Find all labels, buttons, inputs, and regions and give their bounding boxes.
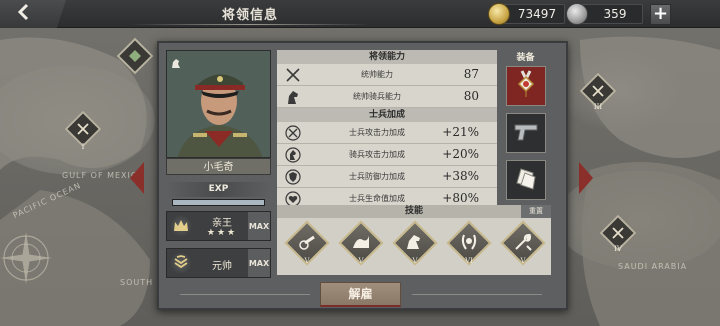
horse-icon bbox=[285, 89, 301, 105]
map-marker-1-label: I bbox=[81, 143, 85, 151]
ability-value: 87 bbox=[463, 67, 479, 81]
crossed-swords-icon bbox=[587, 80, 609, 102]
wave-icon bbox=[351, 232, 371, 252]
divider-right bbox=[412, 294, 542, 295]
exp-bar bbox=[172, 199, 265, 206]
skill-level: V bbox=[520, 257, 526, 265]
medal-icon bbox=[511, 69, 541, 103]
chevron-rank-icon bbox=[169, 251, 193, 275]
noble-rank-stars: ★★★ bbox=[206, 228, 238, 238]
prev-general-arrow[interactable] bbox=[130, 162, 144, 194]
ability-value: 80 bbox=[463, 89, 479, 103]
crossed-swords-icon bbox=[607, 222, 629, 244]
crown-icon bbox=[169, 214, 193, 238]
bonus-label: 士兵攻击力加成 bbox=[349, 128, 405, 137]
ability-label: 统帅能力 bbox=[361, 70, 393, 79]
bonus-value: +21% bbox=[442, 125, 479, 139]
map-label-saudi: SAUDI ARABIA bbox=[618, 262, 688, 271]
skill-slot-2[interactable]: V bbox=[338, 220, 384, 271]
bonus-label: 士兵防御力加成 bbox=[349, 172, 405, 181]
bonus-row-defense: 士兵防御力加成 +38% bbox=[277, 166, 497, 188]
shield-icon bbox=[285, 169, 301, 185]
title-underline bbox=[130, 24, 370, 25]
reset-skills-button[interactable]: 重置 bbox=[521, 205, 551, 218]
equipment-header: 装备 bbox=[516, 53, 535, 63]
laurel-icon bbox=[459, 232, 479, 252]
top-bar: 将领信息 73497 359 + bbox=[0, 0, 720, 28]
pistol-icon bbox=[511, 116, 541, 150]
attack-icon bbox=[285, 125, 301, 141]
cavalry-class-icon bbox=[170, 54, 181, 68]
coin-icon bbox=[488, 3, 510, 25]
medal-currency-icon bbox=[566, 3, 588, 25]
crossed-swords-icon bbox=[285, 67, 301, 83]
skill-level: V bbox=[358, 257, 364, 265]
skill-level: V bbox=[304, 257, 310, 265]
exp-bar-fill bbox=[173, 200, 264, 205]
cavalry-icon bbox=[285, 147, 301, 163]
medals-value: 359 bbox=[603, 7, 627, 21]
bonus-row-cavalry: 骑兵攻击力加成 +20% bbox=[277, 144, 497, 166]
equip-slot-medal[interactable] bbox=[506, 66, 546, 106]
ability-row-cavalry: 统帅骑兵能力 80 bbox=[277, 86, 497, 108]
cannon-icon bbox=[297, 232, 317, 252]
page-title: 将领信息 bbox=[221, 8, 278, 23]
crossed-swords-icon bbox=[72, 118, 94, 140]
back-arrow-icon bbox=[15, 3, 33, 25]
military-rank-name: 元帅 bbox=[212, 261, 232, 272]
coins-value: 73497 bbox=[517, 7, 557, 21]
skills-header: 技能 bbox=[277, 205, 551, 218]
military-rank-max: MAX bbox=[248, 249, 270, 277]
bonus-value: +20% bbox=[442, 147, 479, 161]
general-portrait bbox=[166, 50, 271, 158]
soldier-bonus-header: 士兵加成 bbox=[277, 108, 497, 122]
divider-left bbox=[180, 294, 310, 295]
ability-label: 统帅骑兵能力 bbox=[353, 92, 401, 101]
next-general-arrow[interactable] bbox=[579, 162, 593, 194]
abilities-header: 将领能力 bbox=[277, 50, 497, 64]
gloves-icon bbox=[511, 163, 541, 197]
equip-slot-pistol[interactable] bbox=[506, 113, 546, 153]
skill-slot-5[interactable]: V bbox=[500, 220, 546, 271]
map-marker-3-label: III bbox=[593, 103, 603, 111]
wrench-icon bbox=[513, 232, 533, 252]
skill-level: V bbox=[412, 257, 418, 265]
noble-rank-max: MAX bbox=[248, 212, 270, 240]
dismiss-button[interactable]: 解雇 bbox=[320, 282, 401, 307]
skill-slot-1[interactable]: V bbox=[284, 220, 330, 271]
military-rank: 元帅 MAX bbox=[166, 248, 271, 278]
exp-label: EXP bbox=[166, 182, 271, 197]
bonus-value: +80% bbox=[442, 191, 479, 205]
ability-row-command: 统帅能力 87 bbox=[277, 64, 497, 86]
skill-slot-4[interactable]: VI bbox=[446, 220, 492, 271]
equip-slot-gloves[interactable] bbox=[506, 160, 546, 200]
general-name: 小毛奇 bbox=[166, 158, 271, 175]
noble-rank: 亲王 ★★★ MAX bbox=[166, 211, 271, 241]
skill-slot-3[interactable]: V bbox=[392, 220, 438, 271]
skill-level: VI bbox=[465, 257, 473, 265]
back-button[interactable] bbox=[0, 0, 66, 28]
bonus-label: 士兵生命值加成 bbox=[349, 194, 405, 203]
map-marker-4-label: IV bbox=[614, 245, 622, 253]
bonus-label: 骑兵攻击力加成 bbox=[349, 150, 405, 159]
bonus-row-attack: 士兵攻击力加成 +21% bbox=[277, 122, 497, 144]
add-currency-button[interactable]: + bbox=[650, 4, 671, 25]
horse-charge-icon bbox=[405, 232, 425, 252]
noble-rank-name: 亲王 bbox=[212, 218, 232, 229]
bonus-value: +38% bbox=[442, 169, 479, 183]
